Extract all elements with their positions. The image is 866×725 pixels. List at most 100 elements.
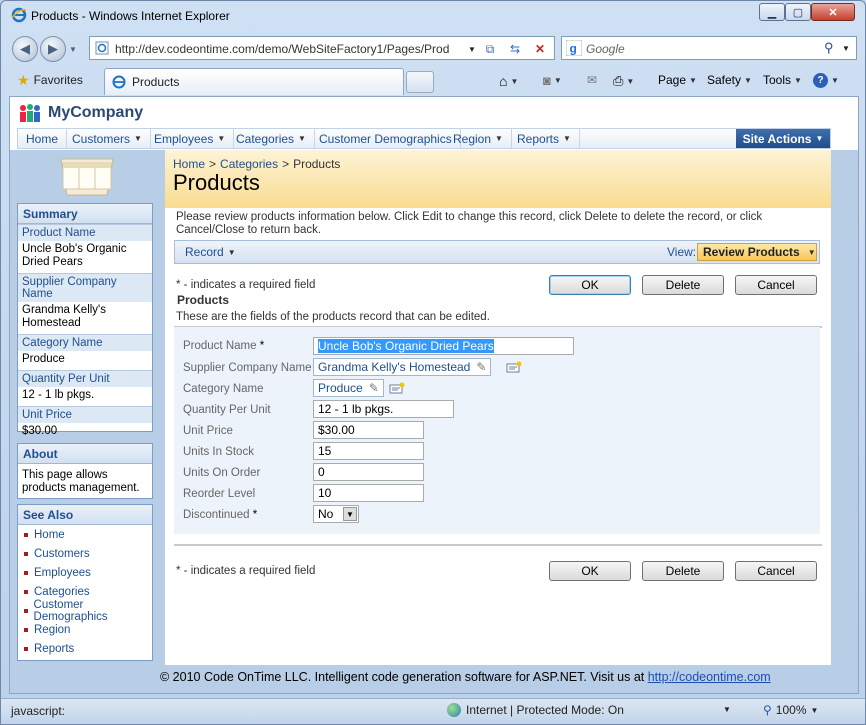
view-selector[interactable]: Review Products ▼ xyxy=(697,243,817,261)
new-record-icon[interactable] xyxy=(389,382,405,394)
feeds-dropdown-icon[interactable]: ▼ xyxy=(554,76,562,85)
see-also-title: See Also xyxy=(18,505,152,525)
reorder-level-input[interactable]: 10 xyxy=(313,484,424,502)
refresh-icon[interactable]: ⇆ xyxy=(506,40,524,58)
new-record-icon[interactable] xyxy=(506,361,522,373)
menu-item-categories[interactable]: Categories ▼ xyxy=(228,129,315,148)
address-bar[interactable]: http://dev.codeontime.com/demo/WebSiteFa… xyxy=(89,36,555,60)
eraser-icon[interactable]: ✎ xyxy=(476,360,486,374)
chevron-down-icon: ▼ xyxy=(563,134,571,143)
search-icon[interactable]: ⚲ xyxy=(824,40,834,56)
see-also-link-customers[interactable]: Customers xyxy=(18,544,152,563)
search-box[interactable]: g Google ⚲ ▼ xyxy=(561,36,857,60)
page-title: Products xyxy=(173,170,260,195)
printer-icon: ⎙ xyxy=(613,73,624,88)
see-also-link-reports[interactable]: Reports xyxy=(18,639,152,658)
print-button[interactable]: ⎙ ▼ xyxy=(613,73,634,89)
ie-page-icon xyxy=(112,75,126,89)
forward-button[interactable]: ▶ xyxy=(40,36,66,62)
ok-button[interactable]: OK xyxy=(549,561,631,581)
units-on-order-input[interactable]: 0 xyxy=(313,463,424,481)
star-icon: ★ xyxy=(17,71,30,88)
unit-price-input[interactable]: $30.00 xyxy=(313,421,424,439)
back-button[interactable]: ◀ xyxy=(12,36,38,62)
bullet-icon xyxy=(24,589,28,594)
field-label-units-on-order: Units On Order xyxy=(183,467,261,479)
summary-title: Summary xyxy=(18,204,152,224)
safety-menu[interactable]: Safety ▼ xyxy=(707,73,752,87)
feeds-button[interactable]: ◙ ▼ xyxy=(543,73,562,88)
tools-menu[interactable]: Tools ▼ xyxy=(763,73,802,87)
tab-products[interactable]: Products xyxy=(104,68,404,95)
supplier-lookup[interactable]: Grandma Kelly's Homestead ✎ xyxy=(313,358,492,376)
link-label: Home xyxy=(34,528,65,541)
instructions-text: Please review products information below… xyxy=(176,211,763,236)
ok-button[interactable]: OK xyxy=(549,275,631,295)
address-text[interactable]: http://dev.codeontime.com/demo/WebSiteFa… xyxy=(115,42,467,56)
summary-value: 12 - 1 lb pkgs. xyxy=(22,389,95,401)
breadcrumb-categories-link[interactable]: Categories xyxy=(220,157,278,171)
breadcrumb-home-link[interactable]: Home xyxy=(173,157,205,171)
security-zone[interactable]: Internet | Protected Mode: On xyxy=(447,703,624,717)
see-also-link-employees[interactable]: Employees xyxy=(18,563,152,582)
zoom-control[interactable]: ⚲ 100% ▼ xyxy=(763,703,818,717)
favorites-button[interactable]: ★ Favorites xyxy=(11,69,93,91)
menu-item-home[interactable]: Home xyxy=(18,129,68,148)
see-also-link-home[interactable]: Home xyxy=(18,525,152,544)
quantity-input[interactable]: 12 - 1 lb pkgs. xyxy=(313,400,454,418)
view-label: View: xyxy=(667,245,697,259)
recent-pages-dropdown-icon[interactable]: ▼ xyxy=(69,45,77,54)
page-menu[interactable]: Page ▼ xyxy=(658,73,697,87)
print-dropdown-icon[interactable]: ▼ xyxy=(626,77,634,86)
maximize-button[interactable]: ▢ xyxy=(785,3,811,21)
site-actions-button[interactable]: Site Actions ▼ xyxy=(736,129,830,148)
address-dropdown-icon[interactable]: ▼ xyxy=(463,40,481,58)
chevron-down-icon: ▼ xyxy=(794,75,802,85)
field-label-supplier: Supplier Company Name xyxy=(183,362,312,374)
close-button[interactable]: ✕ xyxy=(811,3,855,21)
divider xyxy=(174,544,822,546)
new-tab-button[interactable] xyxy=(406,71,434,93)
footer-link[interactable]: http://codeontime.com xyxy=(648,670,771,684)
eraser-icon[interactable]: ✎ xyxy=(369,381,379,395)
main-content: Home > Categories > Products Products Pl… xyxy=(165,150,831,665)
discontinued-select[interactable]: No ▼ xyxy=(313,505,359,523)
home-button[interactable]: ⌂ ▼ xyxy=(499,73,518,89)
menu-item-customers[interactable]: Customers ▼ xyxy=(64,129,151,148)
breadcrumb-separator: > xyxy=(209,157,217,171)
globe-icon xyxy=(447,703,461,717)
home-dropdown-icon[interactable]: ▼ xyxy=(510,77,518,86)
summary-value: $30.00 xyxy=(22,425,58,437)
menu-item-reports[interactable]: Reports ▼ xyxy=(509,129,580,148)
cancel-button[interactable]: Cancel xyxy=(735,561,817,581)
stop-icon[interactable]: ✕ xyxy=(531,40,549,58)
units-in-stock-input[interactable]: 15 xyxy=(313,442,424,460)
see-also-link-customer-demographics[interactable]: Customer Demographics xyxy=(18,599,152,623)
search-options-icon[interactable]: ▼ xyxy=(842,44,850,53)
status-text: javascript: xyxy=(11,704,66,718)
help-dropdown-icon[interactable]: ▼ xyxy=(831,76,839,85)
delete-button[interactable]: Delete xyxy=(642,561,724,581)
product-name-input[interactable]: Uncle Bob's Organic Dried Pears xyxy=(313,337,574,355)
zoom-level: 100% xyxy=(775,703,807,717)
menu-item-employees[interactable]: Employees ▼ xyxy=(146,129,235,148)
link-label: Reports xyxy=(34,642,75,655)
delete-button[interactable]: Delete xyxy=(642,275,724,295)
record-menu[interactable]: Record ▼ xyxy=(185,245,236,259)
cancel-button[interactable]: Cancel xyxy=(735,275,817,295)
window-title: Products - Windows Internet Explorer xyxy=(31,9,230,23)
minimize-button[interactable]: ▁ xyxy=(759,3,785,21)
menu-item-customer-demographics[interactable]: Customer Demographics xyxy=(311,129,461,148)
compatibility-view-icon[interactable]: ⧉ xyxy=(481,40,499,58)
status-bar: javascript: Internet | Protected Mode: O… xyxy=(1,698,865,724)
zone-dropdown-icon[interactable]: ▼ xyxy=(723,705,731,714)
read-mail-button[interactable]: ✉ xyxy=(587,73,597,87)
bullet-icon xyxy=(24,570,28,575)
menu-label: Customer Demographics xyxy=(319,131,452,146)
see-also-link-region[interactable]: Region xyxy=(18,620,152,639)
help-button[interactable]: ? ▼ xyxy=(813,73,839,88)
menu-item-region[interactable]: Region ▼ xyxy=(445,129,512,148)
favorites-label: Favorites xyxy=(33,73,83,87)
category-lookup[interactable]: Produce ✎ xyxy=(313,379,384,397)
category-title: Products xyxy=(177,293,230,307)
